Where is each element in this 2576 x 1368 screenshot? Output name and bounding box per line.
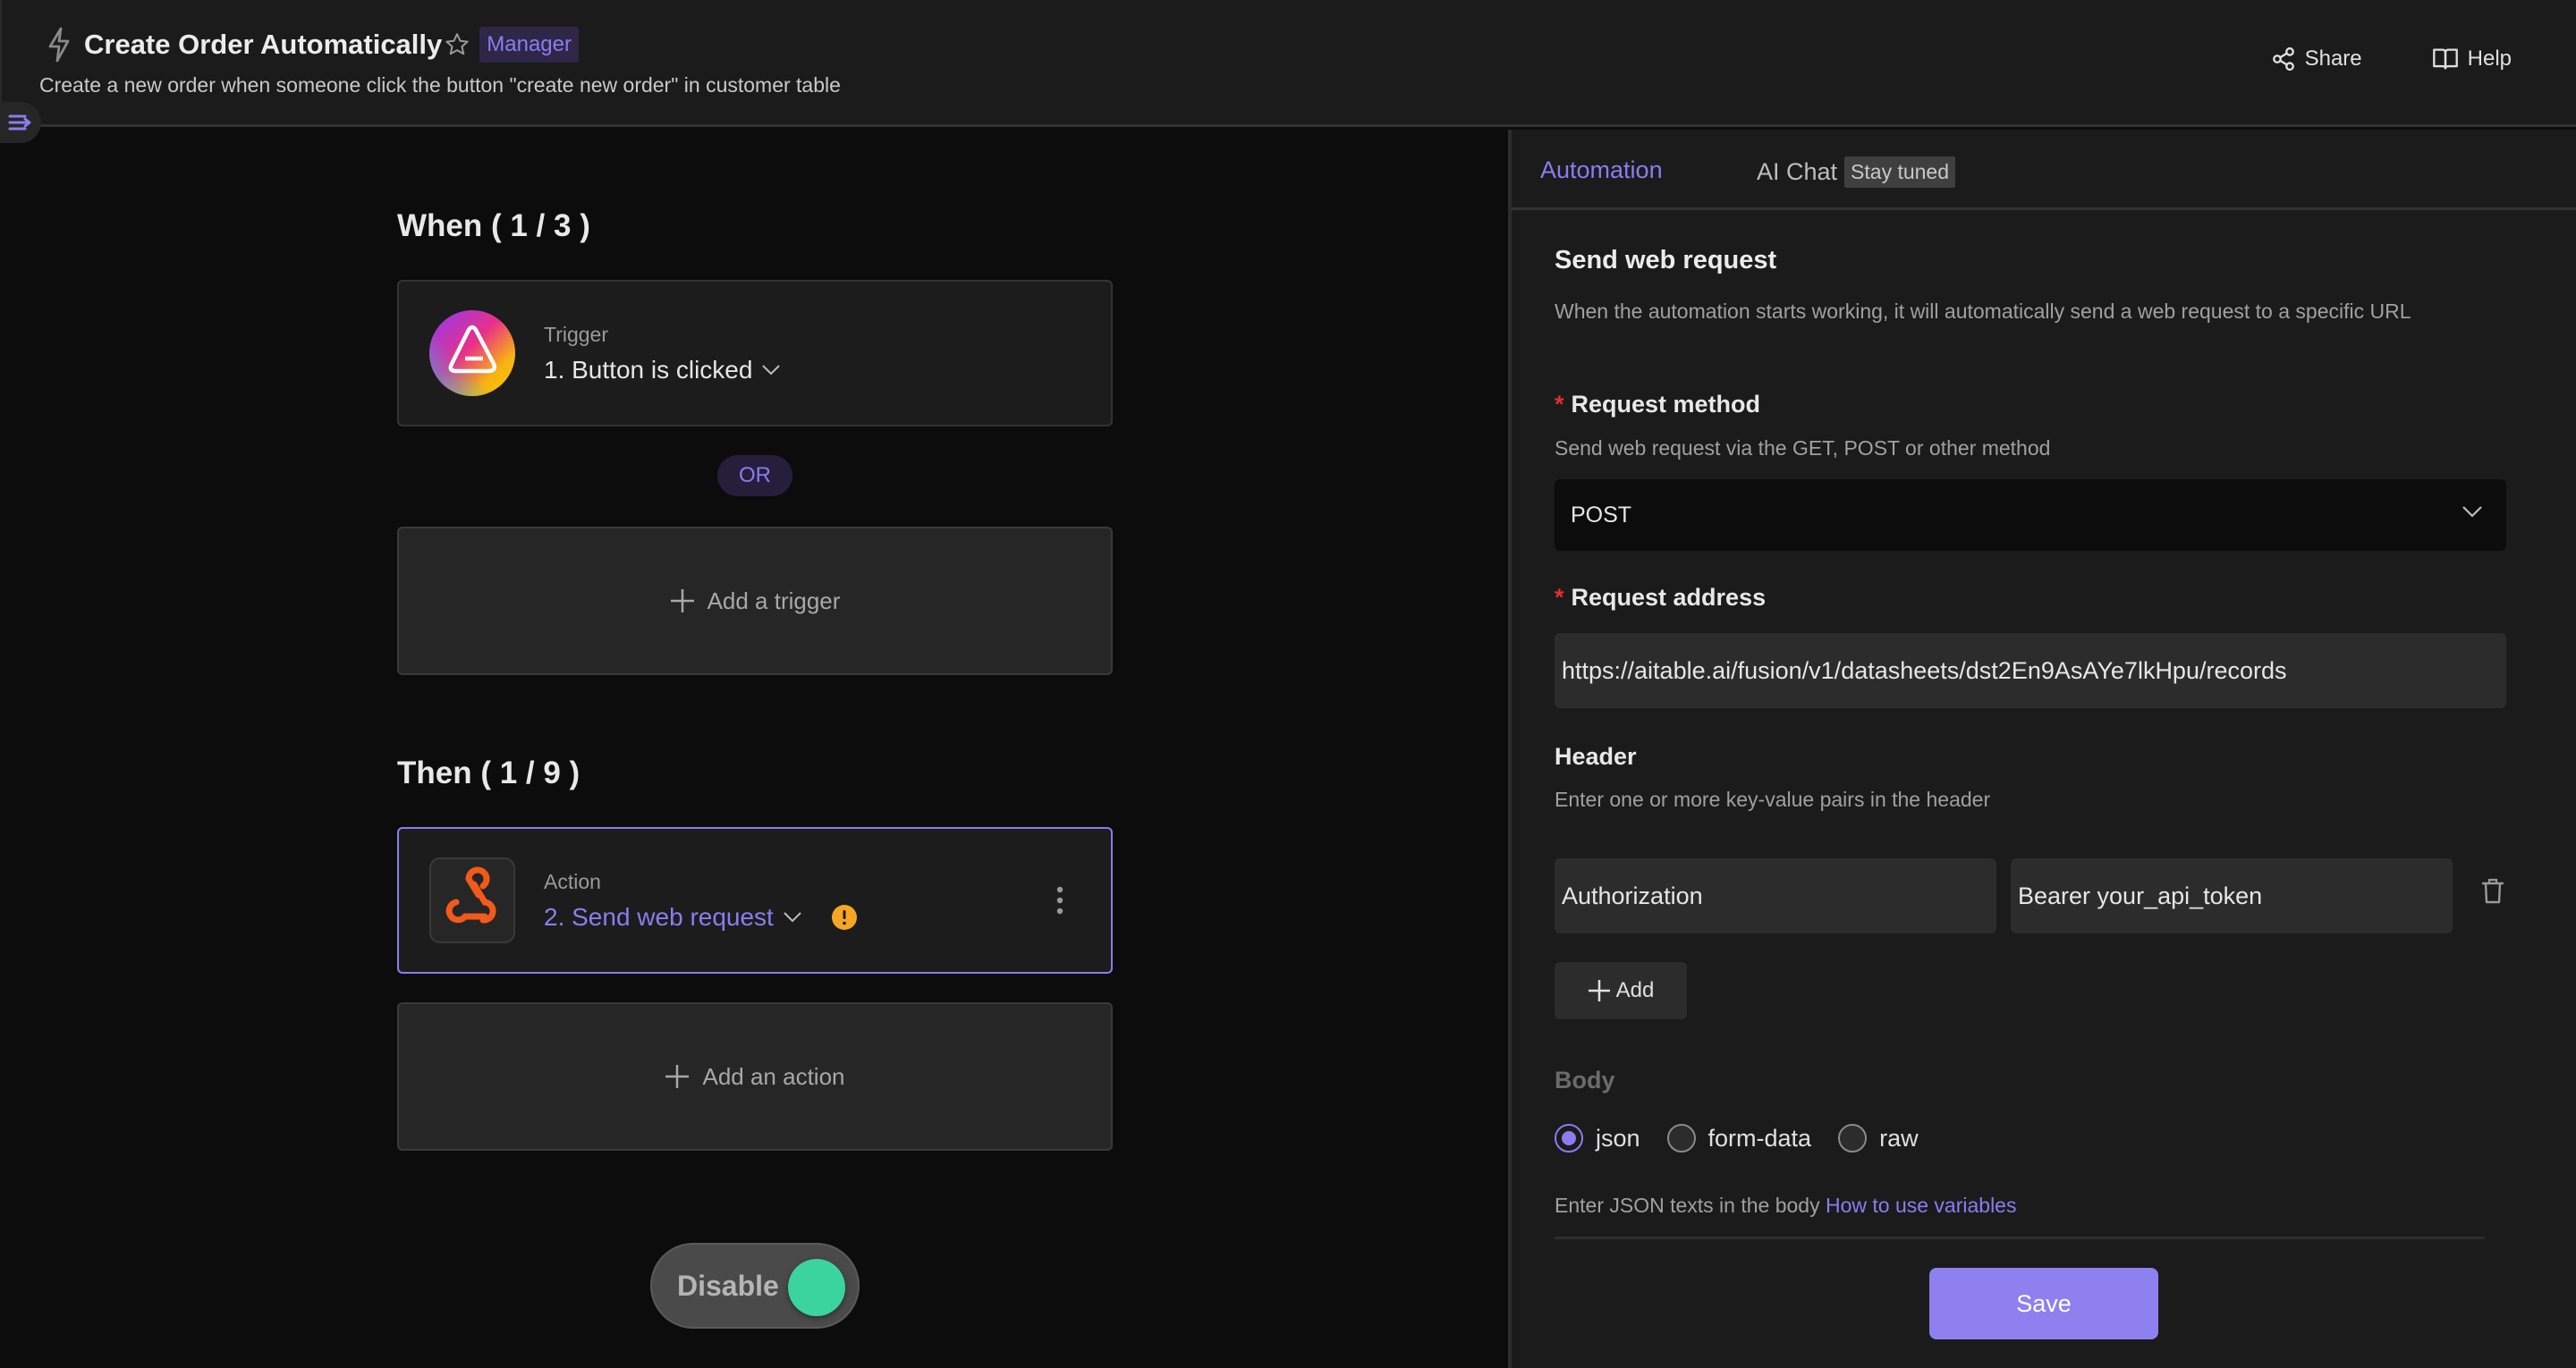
chevron-down-icon[interactable] [761, 364, 781, 376]
panel-description: When the automation starts working, it w… [1555, 300, 2411, 323]
tab-automation[interactable]: Automation [1540, 156, 1663, 184]
panel-tabs: Automation AI Chat Stay tuned [1512, 130, 2576, 210]
radio-json-label: json [1596, 1124, 1640, 1152]
trigger-type-label: Trigger [544, 323, 608, 346]
header-key-input[interactable] [1555, 858, 1996, 933]
trigger-card[interactable]: Trigger 1. Button is clicked [397, 280, 1113, 426]
more-options-icon[interactable] [1055, 886, 1064, 915]
request-address-input[interactable] [1555, 633, 2506, 708]
star-icon[interactable] [444, 31, 470, 58]
share-icon [2272, 46, 2294, 72]
plus-icon [1588, 980, 1610, 1001]
request-address-label-text: Request address [1571, 584, 1767, 611]
action-card[interactable]: Action 2. Send web request [397, 827, 1113, 974]
action-text: Action 2. Send web request [544, 870, 858, 932]
role-badge: Manager [479, 27, 579, 63]
body-label: Body [1555, 1067, 1615, 1094]
automation-title[interactable]: Create Order Automatically [84, 29, 442, 61]
automation-canvas: When ( 1 / 3 ) Trigger 1. Button is clic… [0, 130, 1508, 1368]
panel-title: Send web request [1555, 246, 1777, 274]
required-marker: * [1555, 391, 1564, 418]
add-header-label: Add [1615, 978, 1655, 1002]
chevron-down-icon [2462, 506, 2482, 518]
sidebar-expand-button[interactable] [0, 102, 41, 143]
body-type-radio-group: json form-data raw [1555, 1124, 1945, 1153]
share-button[interactable]: Share [2271, 46, 2362, 72]
trigger-name[interactable]: 1. Button is clicked [544, 356, 781, 384]
request-address-label: * Request address [1555, 584, 1766, 612]
radio-indicator [1838, 1124, 1868, 1153]
radio-form-data[interactable]: form-data [1666, 1124, 1812, 1153]
book-icon [2432, 48, 2458, 70]
chevron-down-icon[interactable] [783, 911, 802, 924]
button-trigger-logo-icon [429, 310, 515, 396]
trigger-text: Trigger 1. Button is clicked [544, 323, 781, 384]
action-type-label: Action [544, 870, 601, 893]
stay-tuned-badge: Stay tuned [1844, 156, 1956, 188]
warning-icon [831, 905, 857, 930]
action-name-label: 2. Send web request [544, 903, 774, 931]
bolt-icon [48, 27, 70, 63]
add-action-label: Add an action [702, 1062, 845, 1090]
add-action-button[interactable]: Add an action [397, 1002, 1113, 1151]
body-hint: Enter JSON texts in the body How to use … [1555, 1194, 2016, 1218]
toggle-label: Disable [677, 1269, 779, 1302]
radio-raw-label: raw [1879, 1124, 1919, 1152]
when-heading: When ( 1 / 3 ) [397, 208, 590, 243]
radio-json[interactable]: json [1555, 1124, 1640, 1153]
tab-ai-chat[interactable]: AI Chat Stay tuned [1757, 156, 1956, 188]
request-method-select[interactable]: POST [1555, 479, 2506, 551]
title-row: Create Order Automatically Manager [47, 27, 579, 63]
radio-indicator [1666, 1124, 1696, 1153]
share-label: Share [2304, 46, 2362, 71]
request-method-label: * Request method [1555, 391, 1760, 418]
then-heading: Then ( 1 / 9 ) [397, 756, 580, 790]
header-actions: Share Help [2271, 46, 2576, 72]
action-logo [429, 857, 515, 943]
trigger-name-label: 1. Button is clicked [544, 356, 753, 384]
or-connector: OR [717, 455, 792, 496]
radio-form-data-label: form-data [1707, 1124, 1812, 1152]
request-method-hint: Send web request via the GET, POST or ot… [1555, 436, 2051, 460]
request-method-label-text: Request method [1571, 391, 1761, 418]
help-label: Help [2467, 46, 2512, 71]
request-method-value: POST [1571, 502, 1632, 528]
enable-toggle[interactable]: Disable [650, 1243, 860, 1329]
trigger-logo [429, 310, 515, 396]
header-section-hint: Enter one or more key-value pairs in the… [1555, 788, 1991, 811]
delete-icon[interactable] [2480, 876, 2505, 905]
plus-icon [670, 589, 694, 612]
page-header: Create Order Automatically Manager Creat… [0, 0, 2576, 127]
add-trigger-button[interactable]: Add a trigger [397, 527, 1113, 675]
automation-description[interactable]: Create a new order when someone click th… [39, 73, 841, 97]
required-marker: * [1555, 584, 1564, 611]
toggle-knob [788, 1259, 845, 1316]
settings-panel: Automation AI Chat Stay tuned Send web r… [1512, 130, 2576, 1368]
radio-indicator [1555, 1124, 1583, 1153]
add-trigger-label: Add a trigger [707, 587, 841, 614]
help-button[interactable]: Help [2432, 46, 2512, 72]
body-editor-border [1555, 1237, 2485, 1239]
tab-ai-chat-label: AI Chat [1757, 158, 1838, 185]
body-hint-text: Enter JSON texts in the body [1555, 1194, 1826, 1217]
variables-help-link[interactable]: How to use variables [1826, 1194, 2017, 1217]
action-name[interactable]: 2. Send web request [544, 903, 858, 932]
header-value-input[interactable] [2011, 858, 2453, 933]
plus-icon [665, 1065, 690, 1088]
save-button[interactable]: Save [1929, 1268, 2158, 1339]
radio-raw[interactable]: raw [1838, 1124, 1919, 1153]
webhook-icon [445, 866, 496, 924]
header-section-label: Header [1555, 743, 1637, 770]
add-header-button[interactable]: Add [1555, 962, 1687, 1019]
expand-menu-icon [8, 114, 31, 131]
